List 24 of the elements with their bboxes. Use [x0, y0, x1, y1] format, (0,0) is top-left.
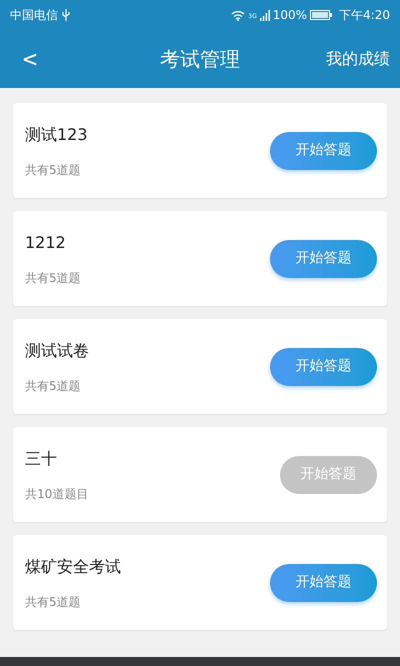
usb-icon	[62, 9, 70, 21]
question-count: 共10道题目	[25, 486, 88, 502]
wifi-icon	[231, 10, 246, 20]
battery-icon	[310, 10, 332, 20]
start-answer-button[interactable]: 开始答题	[270, 132, 377, 170]
start-answer-button[interactable]: 开始答题	[270, 564, 377, 602]
signal-icon	[260, 10, 270, 20]
question-count: 共有5道题	[25, 162, 82, 178]
clock-time: 下午4:20	[339, 7, 390, 24]
battery-percent: 100%	[272, 7, 308, 24]
exam-name: 三十	[25, 448, 58, 470]
start-answer-button[interactable]: 开始答题	[270, 240, 377, 278]
exam-name: 煤矿安全考试	[25, 556, 121, 578]
exam-name: 测试试卷	[25, 340, 89, 362]
my-scores-link[interactable]: 我的成绩	[326, 47, 390, 71]
question-count: 共有5道题	[25, 270, 81, 286]
back-button[interactable]: <	[18, 47, 42, 71]
start-answer-button[interactable]: 开始答题	[270, 348, 377, 386]
page-title: 考试管理	[160, 46, 240, 73]
exam-name: 1212	[25, 232, 67, 254]
carrier-name: 中国电信	[10, 7, 58, 24]
question-count: 共有5道题	[25, 378, 82, 394]
exam-name: 测试123	[25, 124, 88, 146]
question-count: 共有5道题	[25, 594, 82, 610]
